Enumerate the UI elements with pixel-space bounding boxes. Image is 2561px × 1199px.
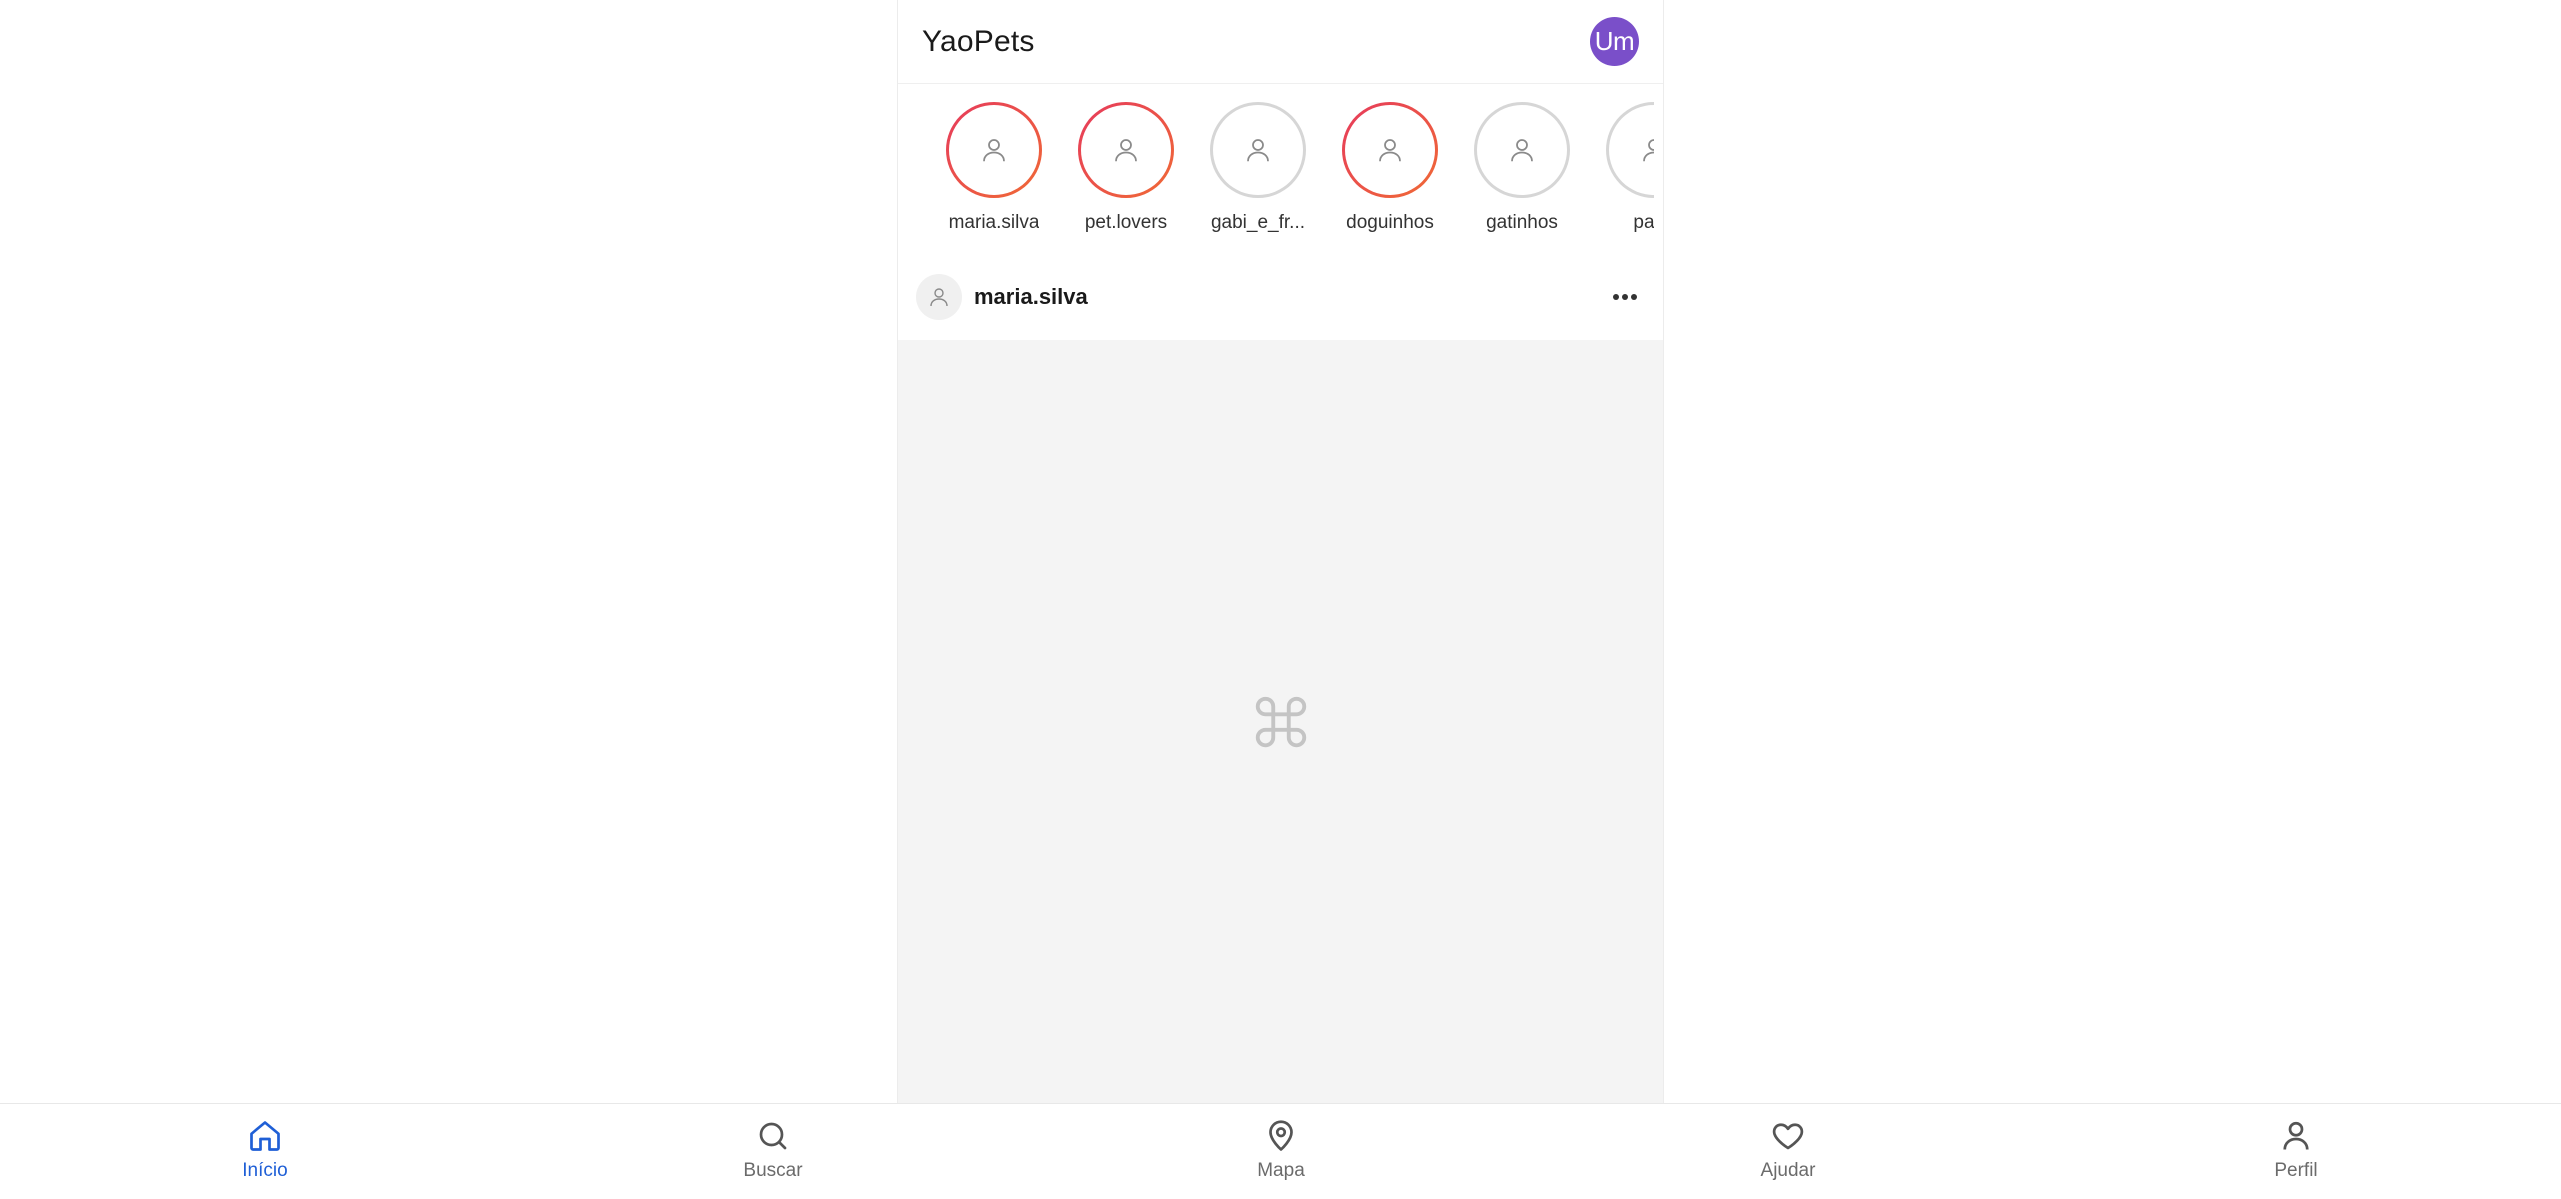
user-placeholder-icon — [1477, 105, 1567, 195]
story-ring — [1474, 102, 1570, 198]
nav-label: Buscar — [743, 1160, 803, 1181]
user-placeholder-icon — [1213, 105, 1303, 195]
post-header: maria.silva — [898, 254, 1663, 340]
nav-item-ajudar[interactable]: Ajudar — [1728, 1118, 1848, 1182]
story-item[interactable]: gatinhos — [1456, 102, 1588, 254]
story-item[interactable]: maria.silva — [928, 102, 1060, 254]
more-options-icon[interactable] — [1605, 277, 1645, 317]
story-item[interactable]: pet.lovers — [1060, 102, 1192, 254]
stories-bar: maria.silva pet.lovers gabi_e_fr... dogu… — [898, 84, 1654, 254]
story-ring — [1606, 102, 1654, 198]
app-header: YaoPets Um — [898, 0, 1663, 84]
story-item[interactable]: doguinhos — [1324, 102, 1456, 254]
home-icon — [250, 1121, 280, 1151]
story-item[interactable]: gabi_e_fr... — [1192, 102, 1324, 254]
nav-item-inicio[interactable]: Início — [205, 1118, 325, 1182]
user-placeholder-icon — [1609, 105, 1654, 195]
story-username: patin — [1633, 212, 1654, 233]
story-ring — [946, 102, 1042, 198]
user-placeholder-icon — [916, 274, 962, 320]
story-username: gabi_e_fr... — [1210, 212, 1306, 233]
story-ring — [1342, 102, 1438, 198]
user-avatar[interactable]: Um — [1590, 17, 1639, 66]
user-placeholder-icon — [1345, 105, 1435, 195]
nav-item-buscar[interactable]: Buscar — [713, 1118, 833, 1182]
nav-label: Mapa — [1257, 1160, 1305, 1181]
user-icon — [2283, 1121, 2309, 1150]
story-username: maria.silva — [948, 212, 1040, 233]
story-username: gatinhos — [1486, 212, 1558, 233]
heart-icon — [1772, 1123, 1804, 1150]
nav-label: Início — [242, 1160, 288, 1181]
post-username: maria.silva — [974, 284, 1088, 309]
user-placeholder-icon — [949, 105, 1039, 195]
story-username: pet.lovers — [1084, 212, 1168, 233]
app-title: YaoPets — [922, 24, 1035, 58]
nav-item-mapa[interactable]: Mapa — [1221, 1118, 1341, 1182]
nav-item-perfil[interactable]: Perfil — [2236, 1118, 2356, 1182]
story-ring — [1210, 102, 1306, 198]
story-ring — [1078, 102, 1174, 198]
command-placeholder-icon — [1255, 696, 1306, 747]
map-pin-icon — [1269, 1120, 1293, 1151]
feed-column: YaoPets Um maria.silva pet.lovers gabi_e… — [897, 0, 1664, 1103]
search-icon — [759, 1122, 787, 1150]
user-placeholder-icon — [1081, 105, 1171, 195]
bottom-nav: Início Buscar Mapa Ajudar Perfil — [0, 1103, 2561, 1199]
nav-label: Ajudar — [1760, 1160, 1816, 1181]
post-media[interactable] — [898, 340, 1663, 1103]
story-item[interactable]: patin — [1588, 102, 1654, 254]
post-author[interactable]: maria.silva — [916, 274, 1088, 320]
story-username: doguinhos — [1346, 212, 1434, 233]
nav-label: Perfil — [2274, 1160, 2318, 1181]
